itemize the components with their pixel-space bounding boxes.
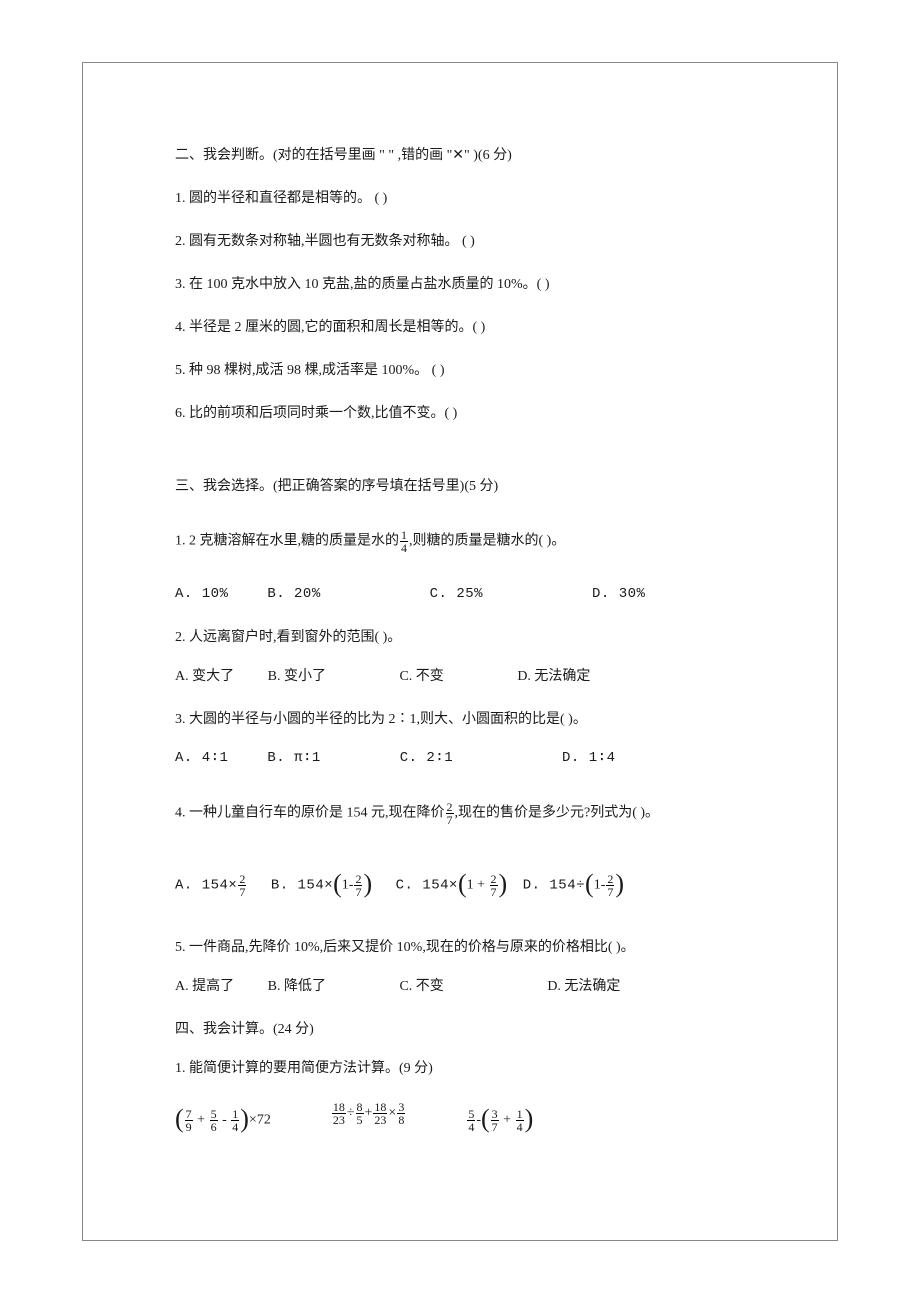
s3-q4-options: A. 154×27 B. 154×(1-27) C. 154×(1 + 27) … xyxy=(175,866,775,905)
q1-stem-b: ,则糖的质量是糖水的( )。 xyxy=(409,534,565,549)
s3-q5-stem: 5. 一件商品,先降价 10%,后来又提价 10%,现在的价格与原来的价格相比(… xyxy=(175,937,775,958)
q4-opt-b: B. 154×(1-27) xyxy=(271,866,372,905)
fraction-1-4: 14 xyxy=(400,529,408,554)
q5-opt-a: A. 提高了 xyxy=(175,976,234,997)
q1-stem-a: 1. 2 克糖溶解在水里,糖的质量是水的 xyxy=(175,534,399,549)
fraction-2-7: 27 xyxy=(446,801,454,826)
q1-opt-d: D. 30% xyxy=(592,584,645,605)
q3-opt-c: C. 2∶1 xyxy=(400,748,453,769)
q3-opt-a: A. 4∶1 xyxy=(175,748,228,769)
q2-opt-d: D. 无法确定 xyxy=(517,666,590,687)
s3-q5-options: A. 提高了 B. 降低了 C. 不变 D. 无法确定 xyxy=(175,976,775,997)
q1-opt-b: B. 20% xyxy=(267,584,320,605)
s2-item-5: 5. 种 98 棵树,成活 98 棵,成活率是 100%。 ( ) xyxy=(175,360,775,381)
section3-heading: 三、我会选择。(把正确答案的序号填在括号里)(5 分) xyxy=(175,476,775,497)
q5-opt-d: D. 无法确定 xyxy=(547,976,620,997)
s3-q1-stem: 1. 2 克糖溶解在水里,糖的质量是水的14,则糖的质量是糖水的( )。 xyxy=(175,529,775,554)
s3-q2-stem: 2. 人远离窗户时,看到窗外的范围( )。 xyxy=(175,627,775,648)
q5-opt-c: C. 不变 xyxy=(399,976,443,997)
s3-q4-stem: 4. 一种儿童自行车的原价是 154 元,现在降价27,现在的售价是多少元?列式… xyxy=(175,801,775,826)
q4-opt-c: C. 154×(1 + 27) xyxy=(396,866,508,905)
s3-q3-options: A. 4∶1 B. π∶1 C. 2∶1 D. 1∶4 xyxy=(175,748,775,769)
s3-q1-options: A. 10% B. 20% C. 25% D. 30% xyxy=(175,584,775,605)
s2-item-2: 2. 圆有无数条对称轴,半圆也有无数条对称轴。 ( ) xyxy=(175,231,775,252)
q2-opt-a: A. 变大了 xyxy=(175,666,234,687)
expr-1: (79 + 56 - 14)×72 xyxy=(175,1101,271,1140)
q2-opt-b: B. 变小了 xyxy=(268,666,326,687)
q3-opt-b: B. π∶1 xyxy=(267,748,320,769)
s3-q2-options: A. 变大了 B. 变小了 C. 不变 D. 无法确定 xyxy=(175,666,775,687)
section4-heading: 四、我会计算。(24 分) xyxy=(175,1019,775,1040)
s4-expressions: (79 + 56 - 14)×72 1823÷85+1823×38 54-(37… xyxy=(175,1101,775,1140)
section2-heading: 二、我会判断。(对的在括号里画 " " ,错的画 "✕" )(6 分) xyxy=(175,145,775,166)
expr-2: 1823÷85+1823×38 xyxy=(331,1101,407,1140)
s3-q3-stem: 3. 大圆的半径与小圆的半径的比为 2∶1,则大、小圆面积的比是( )。 xyxy=(175,709,775,730)
s2-item-1: 1. 圆的半径和直径都是相等的。 ( ) xyxy=(175,188,775,209)
q1-opt-a: A. 10% xyxy=(175,584,228,605)
q1-opt-c: C. 25% xyxy=(430,584,483,605)
q3-opt-d: D. 1∶4 xyxy=(562,748,615,769)
s2-item-3: 3. 在 100 克水中放入 10 克盐,盐的质量占盐水质量的 10%。( ) xyxy=(175,274,775,295)
s2-item-4: 4. 半径是 2 厘米的圆,它的面积和周长是相等的。( ) xyxy=(175,317,775,338)
s4-sub1: 1. 能简便计算的要用简便方法计算。(9 分) xyxy=(175,1058,775,1079)
document-content: 二、我会判断。(对的在括号里画 " " ,错的画 "✕" )(6 分) 1. 圆… xyxy=(175,145,775,1162)
q5-opt-b: B. 降低了 xyxy=(268,976,326,997)
q4-opt-d: D. 154÷(1-27) xyxy=(523,866,624,905)
q4-stem-a: 4. 一种儿童自行车的原价是 154 元,现在降价 xyxy=(175,806,445,821)
s2-item-6: 6. 比的前项和后项同时乘一个数,比值不变。( ) xyxy=(175,403,775,424)
q4-opt-a: A. 154×27 xyxy=(175,873,247,898)
q4-stem-b: ,现在的售价是多少元?列式为( )。 xyxy=(455,806,660,821)
q2-opt-c: C. 不变 xyxy=(399,666,443,687)
expr-3: 54-(37 + 14) xyxy=(466,1101,533,1140)
